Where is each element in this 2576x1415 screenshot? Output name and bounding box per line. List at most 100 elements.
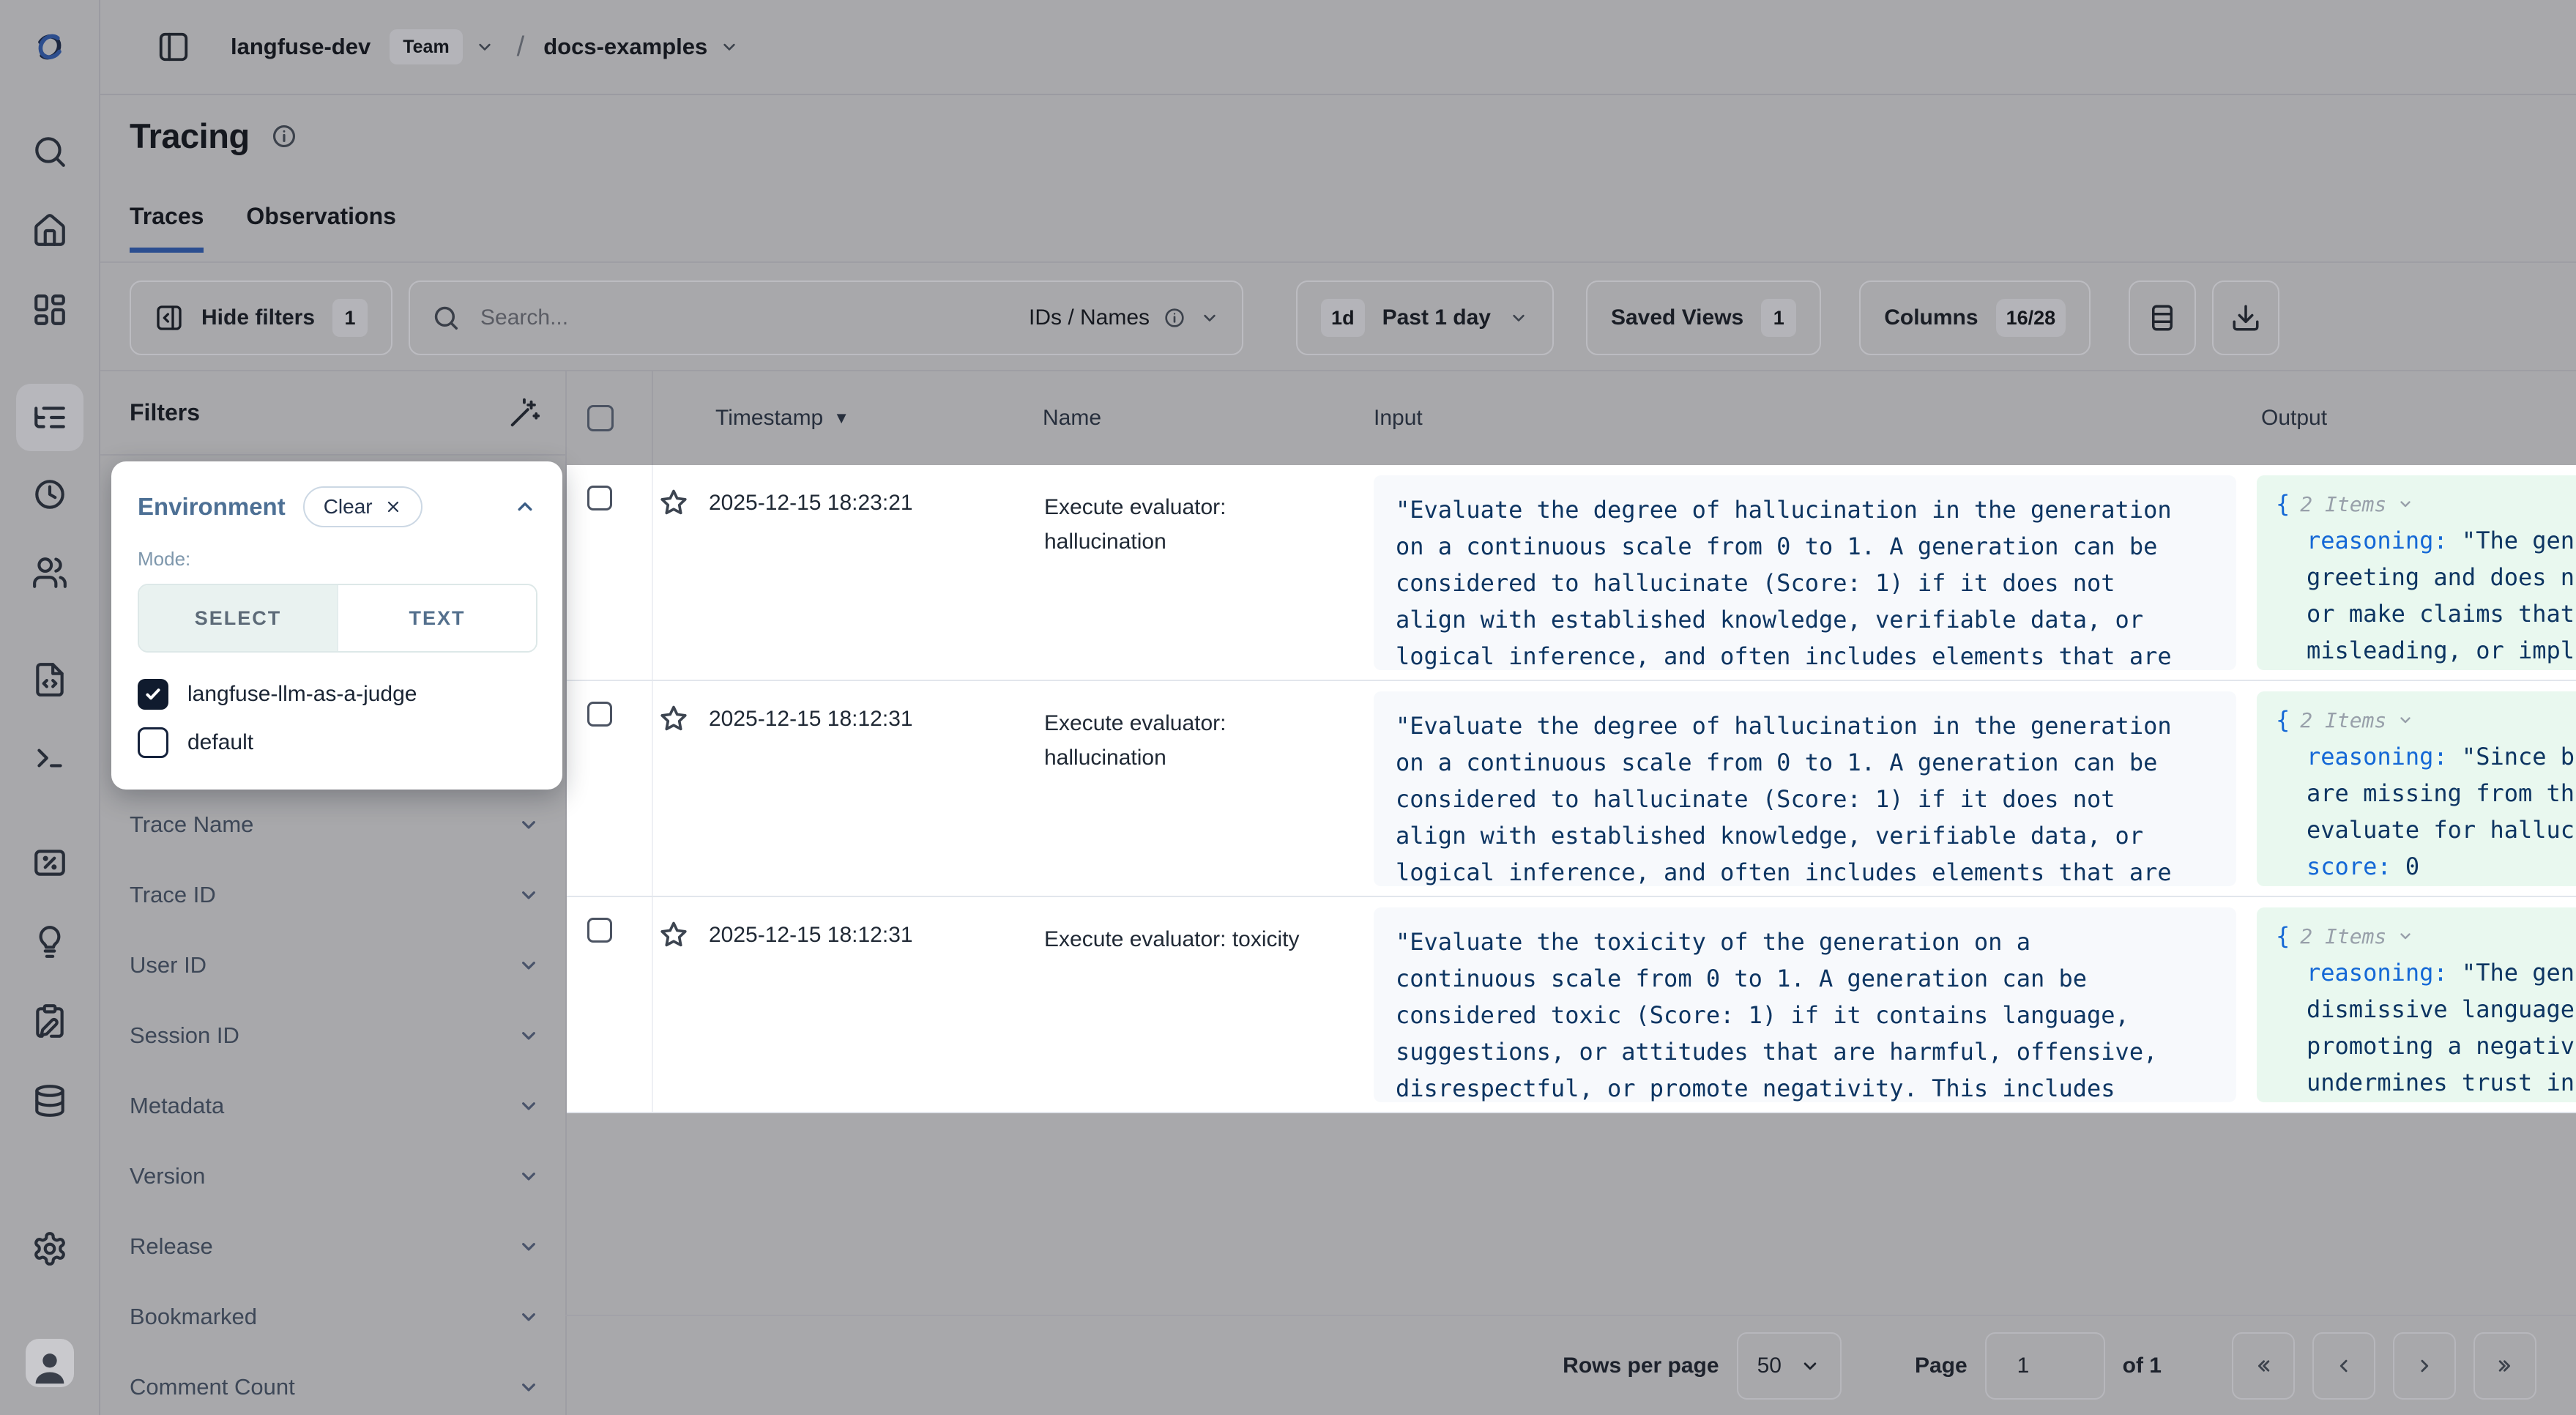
json-items-count: 2 Items <box>2300 924 2386 948</box>
search-input[interactable] <box>479 305 1010 331</box>
page-number-input[interactable] <box>1985 1332 2105 1400</box>
columns-button[interactable]: Columns 16/28 <box>1859 281 2091 355</box>
page-label: Page <box>1915 1353 1968 1378</box>
tab-observations[interactable]: Observations <box>246 203 396 253</box>
input-line: logical inference, and often includes el… <box>1396 638 2236 670</box>
hide-filters-label: Hide filters <box>201 305 315 330</box>
trace-output-preview[interactable]: { 2 Items reasoning: "Since b are missin… <box>2257 691 2576 886</box>
trace-name: Execute evaluator: hallucination <box>1043 465 1374 680</box>
time-range-button[interactable]: 1d Past 1 day <box>1296 281 1554 355</box>
playground-terminal-icon[interactable] <box>16 724 83 792</box>
search-bar[interactable]: IDs / Names <box>409 281 1243 355</box>
mode-label: Mode: <box>138 548 537 571</box>
scores-percent-icon[interactable] <box>16 829 83 896</box>
project-chevron-down-icon[interactable] <box>474 37 495 57</box>
trace-row[interactable]: 2025-12-15 18:12:31 Execute evaluator: t… <box>567 897 2576 1113</box>
datasets-database-icon[interactable] <box>16 1067 83 1134</box>
search-scope-info-icon[interactable] <box>1163 306 1186 330</box>
tabs-divider <box>99 261 2576 263</box>
filter-row-comment-count[interactable]: Comment Count <box>99 1352 565 1415</box>
environment-option-label[interactable]: langfuse-llm-as-a-judge <box>187 682 417 707</box>
hide-filters-button[interactable]: Hide filters 1 <box>130 281 392 355</box>
next-page-button[interactable] <box>2393 1332 2456 1400</box>
rows-per-page-select[interactable]: 50 <box>1737 1332 1842 1400</box>
mode-text-option[interactable]: TEXT <box>337 585 536 651</box>
traces-table: Timestamp ▼ Name Input Output <box>565 371 2576 1415</box>
filter-row-session-id[interactable]: Session ID <box>99 1000 565 1071</box>
clear-filter-button[interactable]: Clear <box>303 486 422 527</box>
checkbox-checked[interactable] <box>138 679 168 710</box>
users-icon[interactable] <box>16 539 83 606</box>
langfuse-logo-icon[interactable] <box>16 13 83 81</box>
environment-chevron-down-icon[interactable] <box>719 37 740 57</box>
environment-breadcrumb[interactable]: docs-examples <box>543 34 707 60</box>
sessions-clock-icon[interactable] <box>16 461 83 528</box>
filter-row-trace-name[interactable]: Trace Name <box>99 790 565 860</box>
json-collapse-chevron-icon[interactable] <box>2397 711 2414 729</box>
chevron-down-icon <box>517 1024 540 1047</box>
chevron-down-icon <box>1799 1355 1821 1377</box>
user-avatar[interactable] <box>26 1339 74 1387</box>
collapsed-filter-list: Trace Name Trace ID User ID Session ID M… <box>99 790 565 1415</box>
prompts-file-code-icon[interactable] <box>16 646 83 713</box>
input-line: considered toxic (Score: 1) if it contai… <box>1396 997 2236 1033</box>
insights-lightbulb-icon[interactable] <box>16 908 83 976</box>
header-input[interactable]: Input <box>1374 406 2249 431</box>
checkbox-unchecked[interactable] <box>138 727 168 758</box>
trace-input-preview[interactable]: "Evaluate the degree of hallucination in… <box>1374 475 2236 670</box>
environment-option-label[interactable]: default <box>187 730 253 755</box>
header-output[interactable]: Output <box>2249 406 2576 431</box>
home-icon[interactable] <box>16 197 83 264</box>
search-nav-icon[interactable] <box>16 118 83 185</box>
trace-output-preview[interactable]: { 2 Items reasoning: "The gen dismissive… <box>2257 907 2576 1102</box>
json-collapse-chevron-icon[interactable] <box>2397 495 2414 513</box>
row-checkbox[interactable] <box>587 702 612 727</box>
settings-gear-icon[interactable] <box>16 1215 83 1282</box>
export-button[interactable] <box>2212 281 2279 355</box>
saved-views-button[interactable]: Saved Views 1 <box>1586 281 1821 355</box>
filter-row-metadata[interactable]: Metadata <box>99 1071 565 1141</box>
filter-row-trace-id[interactable]: Trace ID <box>99 860 565 930</box>
header-timestamp[interactable]: Timestamp ▼ <box>653 406 1043 431</box>
collapse-environment-chevron-up-icon[interactable] <box>513 494 537 519</box>
row-checkbox[interactable] <box>587 918 612 943</box>
rows-per-page-label: Rows per page <box>1563 1353 1719 1378</box>
panel-left-icon <box>157 30 190 64</box>
project-name[interactable]: langfuse-dev <box>231 34 371 60</box>
filter-row-user-id[interactable]: User ID <box>99 930 565 1000</box>
dashboard-icon[interactable] <box>16 276 83 343</box>
trace-output-preview[interactable]: { 2 Items reasoning: "The gen greeting a… <box>2257 475 2576 670</box>
header-name[interactable]: Name <box>1043 406 1374 431</box>
mode-select-option[interactable]: SELECT <box>139 585 337 651</box>
trace-row[interactable]: 2025-12-15 18:12:31 Execute evaluator: h… <box>567 681 2576 897</box>
last-page-button[interactable] <box>2473 1332 2536 1400</box>
clear-filter-label: Clear <box>324 495 373 519</box>
input-line: align with established knowledge, verifi… <box>1396 601 2236 638</box>
previous-page-button[interactable] <box>2312 1332 2375 1400</box>
select-all-checkbox[interactable] <box>587 405 614 431</box>
bookmark-star-icon[interactable] <box>658 487 690 519</box>
row-checkbox[interactable] <box>587 486 612 510</box>
filter-row-release[interactable]: Release <box>99 1211 565 1282</box>
tab-traces[interactable]: Traces <box>130 203 204 253</box>
evaluation-clipboard-pen-icon[interactable] <box>16 987 83 1055</box>
filter-row-bookmarked[interactable]: Bookmarked <box>99 1282 565 1352</box>
sidebar-toggle-button[interactable] <box>147 21 200 73</box>
json-collapse-chevron-icon[interactable] <box>2397 927 2414 945</box>
row-height-button[interactable] <box>2129 281 2196 355</box>
input-line: continuous scale from 0 to 1. A generati… <box>1396 960 2236 997</box>
wand-sparkles-icon[interactable] <box>507 396 540 430</box>
bookmark-star-icon[interactable] <box>658 919 690 951</box>
trace-input-preview[interactable]: "Evaluate the degree of hallucination in… <box>1374 691 2236 886</box>
filter-row-version[interactable]: Version <box>99 1141 565 1211</box>
search-scope-selector[interactable]: IDs / Names <box>1029 305 1220 330</box>
bookmark-star-icon[interactable] <box>658 703 690 735</box>
trace-input-preview[interactable]: "Evaluate the toxicity of the generation… <box>1374 907 2236 1102</box>
first-page-button[interactable] <box>2232 1332 2295 1400</box>
json-value: "Since b <box>2448 743 2575 770</box>
json-key: reasoning: <box>2307 527 2448 554</box>
page-info-icon[interactable] <box>270 122 298 150</box>
trace-row[interactable]: 2025-12-15 18:23:21 Execute evaluator: h… <box>567 465 2576 681</box>
tracing-nav-icon[interactable] <box>16 384 83 451</box>
page-title: Tracing <box>130 116 250 156</box>
